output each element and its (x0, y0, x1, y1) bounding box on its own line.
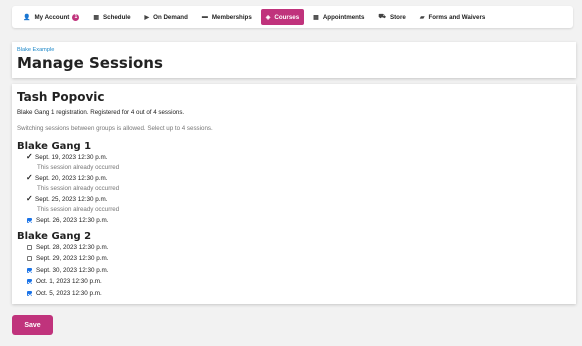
occurred-note: This session already occurred (37, 205, 120, 213)
person-name: Tash Popovic (17, 90, 105, 104)
page-title: Manage Sessions (17, 54, 163, 72)
session-checkbox[interactable] (27, 256, 32, 262)
save-button[interactable]: Save (12, 315, 53, 335)
session-label: Oct. 5, 2023 12:30 p.m. (36, 289, 102, 297)
nav-label: Memberships (211, 13, 252, 21)
session-checkbox[interactable] (27, 217, 32, 223)
session-item: Sept. 29, 2023 12:30 p.m. (17, 253, 571, 265)
sessions-card: Tash Popovic Blake Gang 1 registration. … (12, 84, 576, 304)
session-item: Oct. 5, 2023 12:30 p.m. (17, 288, 571, 300)
nav-schedule[interactable]: ▦ Schedule (88, 9, 135, 25)
session-item: Sept. 26, 2023 12:30 p.m. (17, 215, 571, 226)
session-checkbox[interactable] (27, 244, 32, 250)
session-item: ✓ Sept. 25, 2023 12:30 p.m. (17, 194, 571, 205)
session-item: Sept. 30, 2023 12:30 p.m. (17, 265, 571, 277)
nav-label: Courses (274, 13, 300, 21)
session-label: Sept. 19, 2023 12:30 p.m. (35, 153, 108, 161)
checkmark-icon: ✓ (26, 152, 33, 162)
session-checkbox[interactable] (27, 290, 32, 296)
checkmark-icon: ✓ (26, 173, 33, 183)
session-list: Sept. 28, 2023 12:30 p.m. Sept. 29, 2023… (17, 242, 571, 300)
occurred-note: This session already occurred (37, 163, 120, 171)
video-icon: ▶ (144, 14, 150, 21)
session-label: Oct. 1, 2023 12:30 p.m. (36, 278, 102, 286)
nav-label: On Demand (153, 13, 188, 21)
group-title: Blake Gang 2 (17, 230, 92, 242)
session-item: Oct. 1, 2023 12:30 p.m. (17, 276, 571, 288)
nav-label: Forms and Waivers (428, 13, 486, 21)
session-list: ✓ Sept. 19, 2023 12:30 p.m. This session… (17, 152, 571, 226)
courses-icon: ◈ (265, 14, 271, 21)
session-label: Sept. 25, 2023 12:30 p.m. (35, 195, 108, 203)
occurred-note: This session already occurred (37, 184, 120, 192)
breadcrumb[interactable]: Blake Example (17, 47, 571, 53)
user-icon: 👤 (23, 14, 31, 21)
session-item: ✓ Sept. 19, 2023 12:30 p.m. (17, 152, 571, 163)
session-checkbox[interactable] (27, 279, 32, 285)
nav-courses[interactable]: ◈ Courses (260, 9, 305, 25)
page-header: Blake Example Manage Sessions (12, 42, 576, 78)
nav-appointments[interactable]: ▦ Appointments (308, 9, 369, 25)
nav-my-account[interactable]: 👤 My Account 1 (18, 9, 84, 25)
calendar-icon: ▦ (93, 14, 99, 21)
card-icon: ▬ (201, 14, 208, 20)
folder-icon: ▰ (419, 14, 425, 21)
nav-forms-and-waivers[interactable]: ▰ Forms and Waivers (415, 9, 490, 25)
info-text: Switching sessions between groups is all… (17, 125, 213, 132)
nav-label: My Account (34, 13, 70, 21)
nav-label: Store (389, 13, 406, 21)
session-label: Sept. 28, 2023 12:30 p.m. (36, 243, 109, 251)
calendar-icon: ▦ (313, 14, 319, 21)
session-label: Sept. 20, 2023 12:30 p.m. (35, 174, 108, 182)
session-item: ✓ Sept. 20, 2023 12:30 p.m. (17, 173, 571, 184)
nav-store[interactable]: ⛟ Store (373, 9, 410, 25)
group-title: Blake Gang 1 (17, 141, 92, 152)
nav-memberships[interactable]: ▬ Memberships (197, 9, 257, 25)
nav-on-demand[interactable]: ▶ On Demand (140, 9, 193, 25)
session-label: Sept. 26, 2023 12:30 p.m. (36, 216, 109, 224)
nav-label: Appointments (322, 13, 365, 21)
session-checkbox[interactable] (27, 267, 32, 273)
cart-icon: ⛟ (378, 14, 386, 20)
session-label: Sept. 30, 2023 12:30 p.m. (36, 266, 109, 274)
nav-label: Schedule (103, 13, 131, 21)
registration-text: Blake Gang 1 registration. Registered fo… (17, 109, 185, 116)
session-label: Sept. 29, 2023 12:30 p.m. (36, 255, 109, 263)
session-item: Sept. 28, 2023 12:30 p.m. (17, 242, 571, 254)
top-nav: 👤 My Account 1 ▦ Schedule ▶ On Demand ▬ … (12, 6, 573, 28)
checkmark-icon: ✓ (26, 194, 33, 204)
notification-badge: 1 (72, 13, 80, 21)
